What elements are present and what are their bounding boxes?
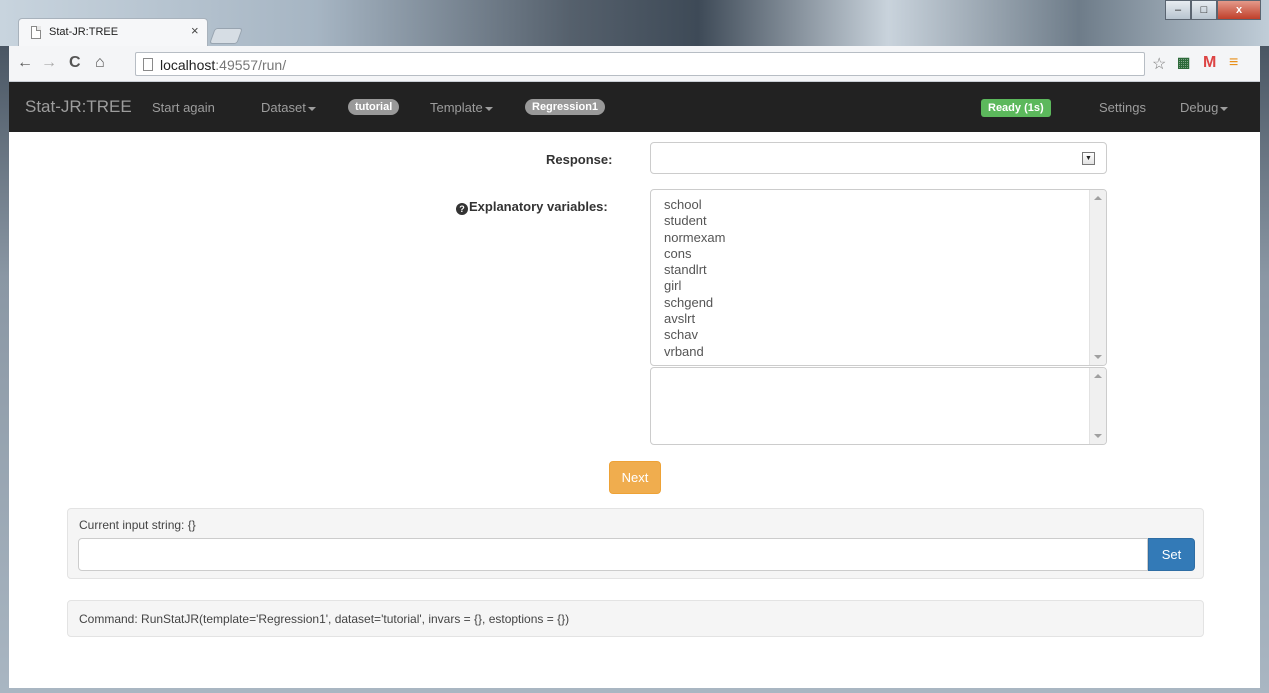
main-content: Response: ▼ ? Explanatory variables: scho… [9, 132, 1260, 688]
explanatory-variables-list[interactable]: school student normexam cons standlrt girl sch… [650, 189, 1107, 366]
scrollbar[interactable] [1089, 190, 1106, 365]
menu-icon[interactable]: ≡ [1229, 54, 1238, 72]
list-item[interactable]: vrband [664, 344, 725, 360]
start-again-link[interactable]: Start again [152, 100, 215, 115]
status-badge: Ready (1s) [981, 99, 1051, 117]
navbar: Stat-JR:TREE Start again Dataset tutoria… [9, 82, 1260, 132]
dataset-badge: tutorial [348, 99, 400, 115]
page-icon [31, 26, 41, 39]
debug-dropdown[interactable]: Debug [1180, 100, 1229, 115]
scroll-down-icon[interactable] [1094, 434, 1102, 438]
input-string-label: Current input string: {} [79, 518, 196, 532]
scroll-down-icon[interactable] [1094, 355, 1102, 359]
browser-toolbar: ← → C ⌂ localhost:49557/run/ ☆ ▦ M ≡ [9, 46, 1260, 82]
back-icon[interactable]: ← [17, 54, 33, 72]
command-panel: Command: RunStatJR(template='Regression1… [67, 600, 1204, 637]
set-button[interactable]: Set [1148, 538, 1195, 571]
template-badge: Regression1 [525, 99, 606, 115]
close-window-button[interactable]: x [1217, 0, 1261, 20]
star-bookmark-icon[interactable]: ☆ [1152, 54, 1166, 74]
list-item[interactable]: school [664, 197, 725, 213]
brand[interactable]: Stat-JR:TREE [25, 97, 132, 117]
tab-close-icon[interactable]: × [191, 23, 199, 38]
address-bar[interactable]: localhost:49557/run/ [135, 52, 1145, 76]
page-icon [143, 58, 153, 71]
maximize-button[interactable]: □ [1191, 0, 1217, 20]
url-text: localhost:49557/run/ [160, 57, 287, 73]
title-bar: Stat-JR:TREE × – □ x [0, 0, 1269, 46]
list-item[interactable]: normexam [664, 230, 725, 246]
settings-link[interactable]: Settings [1099, 100, 1146, 115]
question-icon[interactable]: ? [456, 203, 468, 215]
scrollbar[interactable] [1089, 368, 1106, 444]
window-controls: – □ x [1165, 0, 1261, 22]
reload-icon[interactable]: C [69, 54, 81, 72]
tab-title: Stat-JR:TREE [49, 26, 119, 38]
extension-icon[interactable]: ▦ [1177, 54, 1190, 71]
browser-tab[interactable]: Stat-JR:TREE × [18, 18, 208, 46]
explanatory-label: ? Explanatory variables: [456, 199, 608, 215]
scroll-up-icon[interactable] [1094, 374, 1102, 378]
list-item[interactable]: standlrt [664, 262, 725, 278]
scroll-up-icon[interactable] [1094, 196, 1102, 200]
chevron-down-icon[interactable]: ▼ [1082, 152, 1095, 165]
list-item[interactable]: schav [664, 327, 725, 343]
chevron-down-icon [1220, 106, 1229, 111]
list-item[interactable]: girl [664, 278, 725, 294]
dataset-dropdown[interactable]: Dataset [261, 100, 316, 115]
minimize-button[interactable]: – [1165, 0, 1191, 20]
chevron-down-icon [307, 106, 316, 111]
chevron-down-icon [484, 106, 493, 111]
browser-window: Stat-JR:TREE × – □ x ← → C ⌂ localhost:4… [0, 0, 1269, 693]
command-text: Command: RunStatJR(template='Regression1… [79, 612, 570, 626]
home-icon[interactable]: ⌂ [95, 54, 105, 72]
next-button[interactable]: Next [609, 461, 661, 494]
input-string-panel: Current input string: {} Set [67, 508, 1204, 579]
new-tab-button[interactable] [209, 28, 243, 44]
list-item[interactable]: schgend [664, 295, 725, 311]
list-item[interactable]: cons [664, 246, 725, 262]
variables-list: school student normexam cons standlrt girl sch… [664, 197, 725, 360]
selected-variables-box[interactable] [650, 367, 1107, 445]
response-select[interactable]: ▼ [650, 142, 1107, 174]
list-item[interactable]: avslrt [664, 311, 725, 327]
forward-icon[interactable]: → [41, 54, 57, 72]
gmail-icon[interactable]: M [1203, 54, 1216, 72]
list-item[interactable]: student [664, 213, 725, 229]
response-label: Response: [546, 152, 613, 167]
template-dropdown[interactable]: Template [430, 100, 493, 115]
input-string-field[interactable] [78, 538, 1148, 571]
